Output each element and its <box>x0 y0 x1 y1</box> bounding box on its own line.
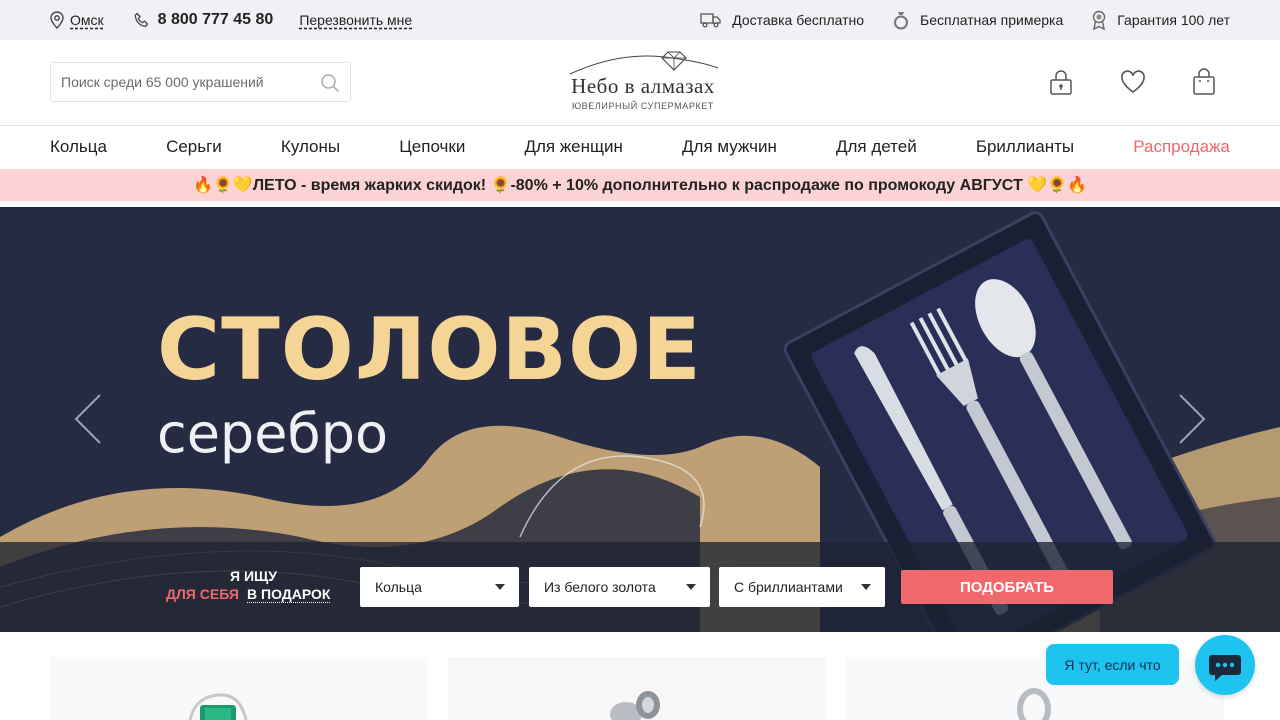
caret-down-icon[interactable] <box>686 584 696 590</box>
jewelry-picker: Я ИЩУ ДЛЯ СЕБЯ В ПОДАРОК Кольца Из белог… <box>0 542 1280 632</box>
top-utility-bar: Омск 8 800 777 45 80 Перезвонить мне Дос… <box>0 0 1280 40</box>
city-selector[interactable]: Омск <box>50 11 104 29</box>
heart-icon[interactable] <box>1120 68 1146 96</box>
ring-icon <box>894 12 909 30</box>
site-logo[interactable]: Небо в алмазах ЮВЕЛИРНЫЙ СУПЕРМАРКЕТ <box>562 48 724 116</box>
promo-text[interactable]: 🔥🌻💛ЛЕТО - время жарких скидок! 🌻-80% + 1… <box>193 175 1087 195</box>
topbar-left: Омск 8 800 777 45 80 Перезвонить мне <box>50 0 412 40</box>
pick-button[interactable]: ПОДОБРАТЬ <box>901 570 1113 604</box>
chevron-right-icon[interactable] <box>1178 393 1206 445</box>
search-box[interactable] <box>50 62 351 102</box>
delivery-info[interactable]: Доставка бесплатно <box>700 12 864 28</box>
nav-item-chains[interactable]: Цепочки <box>399 137 465 157</box>
delivery-label[interactable]: Доставка бесплатно <box>732 12 864 28</box>
account-lock-icon[interactable] <box>1048 68 1074 96</box>
material-select[interactable]: Из белого золота <box>529 567 710 607</box>
promo-banner[interactable]: 🔥🌻💛ЛЕТО - время жарких скидок! 🌻-80% + 1… <box>0 169 1280 201</box>
caret-down-icon[interactable] <box>861 584 871 590</box>
nav-item-pendants[interactable]: Кулоны <box>281 137 340 157</box>
material-value[interactable]: Из белого золота <box>544 579 656 595</box>
phone-number[interactable]: 8 800 777 45 80 <box>158 11 274 29</box>
warranty-label[interactable]: Гарантия 100 лет <box>1117 12 1230 28</box>
product-tile[interactable] <box>50 657 428 720</box>
fitting-label[interactable]: Бесплатная примерка <box>920 12 1063 28</box>
insert-value[interactable]: С бриллиантами <box>734 579 843 595</box>
chevron-left-icon[interactable] <box>74 393 102 445</box>
topbar-right: Доставка бесплатно Бесплатная примерка Г… <box>672 0 1230 40</box>
chat-button[interactable] <box>1195 635 1255 695</box>
callback-link[interactable]: Перезвонить мне <box>299 12 412 28</box>
category-value[interactable]: Кольца <box>375 579 422 595</box>
nav-item-men[interactable]: Для мужчин <box>682 137 777 157</box>
insert-select[interactable]: С бриллиантами <box>719 567 885 607</box>
caret-down-icon[interactable] <box>495 584 505 590</box>
shopping-bag-icon[interactable] <box>1191 68 1217 96</box>
nav-item-rings[interactable]: Кольца <box>50 137 107 157</box>
picker-for-self[interactable]: ДЛЯ СЕБЯ <box>166 586 239 602</box>
picker-as-gift[interactable]: В ПОДАРОК <box>247 586 331 603</box>
hero-title: СТОЛОВОЕ <box>157 300 702 400</box>
picker-looking-label: Я ИЩУ <box>230 568 277 584</box>
nav-item-women[interactable]: Для женщин <box>524 137 622 157</box>
phone-link[interactable]: 8 800 777 45 80 <box>134 11 274 29</box>
site-header: Небо в алмазах ЮВЕЛИРНЫЙ СУПЕРМАРКЕТ <box>0 40 1280 126</box>
nav-item-earrings[interactable]: Серьги <box>166 137 222 157</box>
logo-name: Небо в алмазах <box>571 74 715 98</box>
fitting-info[interactable]: Бесплатная примерка <box>892 10 1063 30</box>
search-input[interactable] <box>61 74 311 90</box>
medal-icon <box>1093 10 1106 30</box>
search-icon[interactable] <box>320 73 340 93</box>
silver-jewelry-image <box>610 691 660 720</box>
phone-icon <box>134 12 148 27</box>
emerald-ring-image <box>188 693 248 720</box>
city-name[interactable]: Омск <box>70 12 104 28</box>
hero-slider: СТОЛОВОЕ серебро Я ИЩУ ДЛЯ СЕБЯ В ПОДАРО… <box>0 207 1280 632</box>
main-nav: Кольца Серьги Кулоны Цепочки Для женщин … <box>50 126 1230 168</box>
nav-item-kids[interactable]: Для детей <box>836 137 917 157</box>
nav-item-sale[interactable]: Распродажа <box>1133 137 1230 157</box>
nav-item-diamonds[interactable]: Бриллианты <box>976 137 1074 157</box>
product-tile[interactable] <box>448 657 826 720</box>
chat-icon <box>1209 655 1241 681</box>
truck-icon <box>700 13 721 28</box>
location-pin-icon <box>50 11 64 29</box>
warranty-info[interactable]: Гарантия 100 лет <box>1091 10 1230 30</box>
logo-subtitle: ЮВЕЛИРНЫЙ СУПЕРМАРКЕТ <box>571 101 715 111</box>
hero-subtitle: серебро <box>157 402 389 465</box>
chat-prompt-bubble[interactable]: Я тут, если что <box>1046 644 1179 685</box>
category-select[interactable]: Кольца <box>360 567 519 607</box>
